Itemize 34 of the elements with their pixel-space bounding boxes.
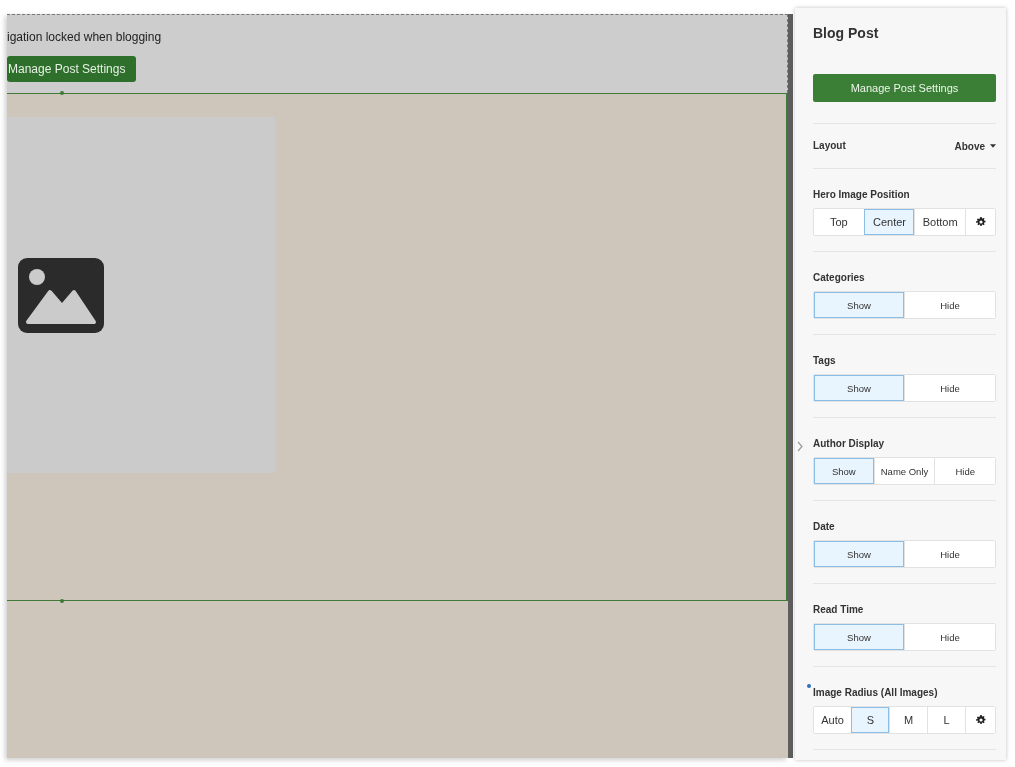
option-button[interactable]: Show [814,375,904,401]
manage-post-settings-button[interactable]: Manage Post Settings [7,56,137,82]
layout-dropdown[interactable]: Above [954,140,996,152]
option-button[interactable]: Show [814,292,904,318]
section-label: Categories [813,272,865,283]
option-button[interactable]: Hide [904,541,995,567]
section-label: Image Radius (All Images) [813,687,938,698]
image-icon [18,257,104,333]
option-button[interactable]: Show [814,541,904,567]
resize-handle[interactable] [60,599,64,603]
option-button[interactable]: Show [814,458,874,484]
settings-button[interactable] [965,209,995,235]
section-label: Layout [813,139,846,153]
section-label: Author Display [813,438,885,449]
resize-handle[interactable] [60,91,64,95]
option-button[interactable]: S [851,707,889,733]
option-button[interactable]: Hide [904,624,995,650]
panel-title: Blog Post [813,24,880,42]
settings-icon [975,217,986,227]
option-button[interactable]: Hide [904,292,995,318]
section-label: Hero Image Position [813,189,910,200]
option-button[interactable]: Hide [904,375,995,401]
section-label: Tags [813,355,836,366]
manage-post-settings-button[interactable]: Manage Post Settings [813,74,996,102]
option-button[interactable]: Center [863,209,915,235]
section-label: Date [813,521,835,532]
caret-icon [990,144,996,148]
settings-button[interactable] [965,707,995,733]
notice-text: igation locked when blogging [7,30,163,44]
settings-icon [975,715,986,725]
option-button[interactable]: Show [814,624,904,650]
section-label: Read Time [813,604,864,615]
option-button[interactable]: Hide [934,458,995,484]
chevron-right-icon [797,441,803,452]
